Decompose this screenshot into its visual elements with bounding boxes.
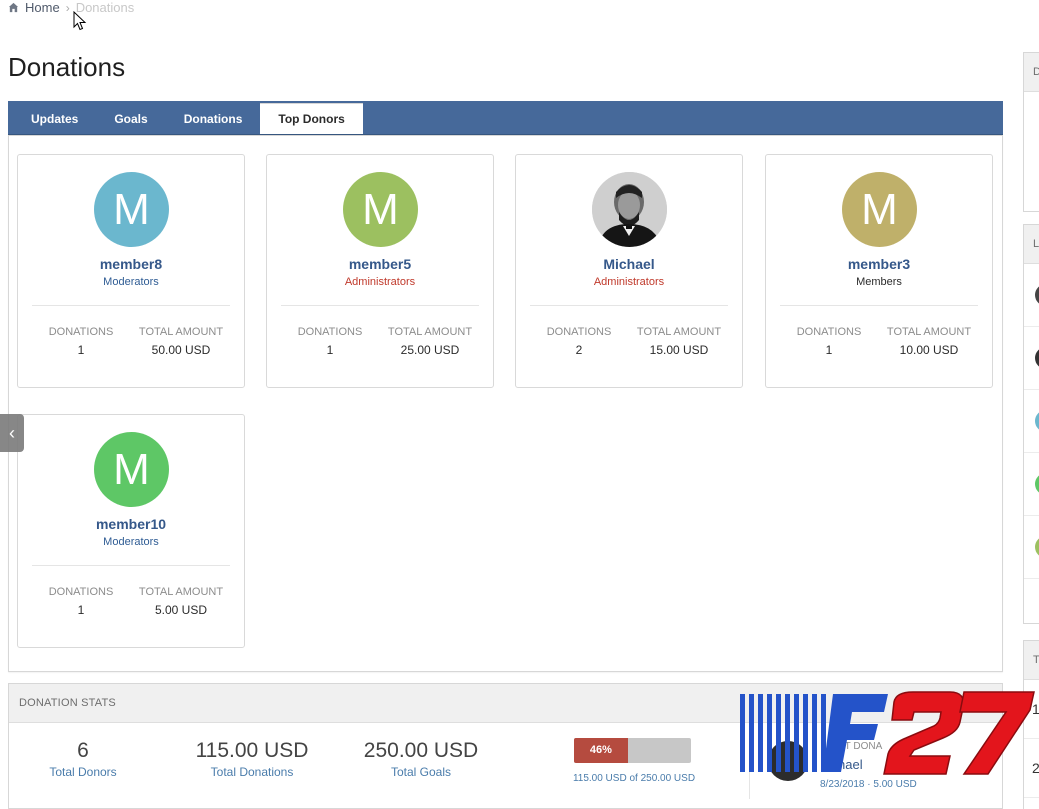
top-donors-panel: M member8 Moderators DONATIONS TOTAL AMO… <box>8 135 1003 672</box>
avatar <box>1035 410 1039 432</box>
card-divider <box>32 565 230 566</box>
avatar[interactable]: M <box>343 172 418 247</box>
tab-goals[interactable]: Goals <box>96 104 165 134</box>
total-amount-label: TOTAL AMOUNT <box>387 326 473 338</box>
list-item[interactable] <box>1024 516 1039 579</box>
goal-progress-bar: 46% <box>574 738 691 763</box>
page: Home › Donations Donations Updates Goals… <box>0 0 1039 809</box>
donor-card: M member3 Members DONATIONS TOTAL AMOUNT… <box>765 154 993 388</box>
avatar[interactable]: M <box>842 172 917 247</box>
total-donations-label: Total Donations <box>210 765 294 779</box>
avatar[interactable]: M <box>94 432 169 507</box>
donations-label: DONATIONS <box>48 586 114 598</box>
total-donors-label: Total Donors <box>49 765 117 779</box>
total-donations-value: 115.00 USD <box>195 739 309 762</box>
donor-group: Administrators <box>593 276 665 288</box>
list-item[interactable] <box>1024 327 1039 390</box>
donations-count: 1 <box>77 603 85 617</box>
avatar <box>1035 536 1039 558</box>
tab-bar: Updates Goals Donations Top Donors <box>8 101 1003 135</box>
tab-updates[interactable]: Updates <box>13 104 96 134</box>
donations-label: DONATIONS <box>546 326 612 338</box>
goal-progress-caption: 115.00 USD of 250.00 USD <box>572 773 696 784</box>
donations-count: 2 <box>575 343 583 357</box>
chevron-right-icon: › <box>65 0 70 15</box>
tab-top-donors[interactable]: Top Donors <box>260 103 363 134</box>
avatar[interactable]: M <box>94 172 169 247</box>
donations-label: DONATIONS <box>297 326 363 338</box>
donor-group: Administrators <box>344 276 416 288</box>
donor-group: Moderators <box>103 276 159 288</box>
donor-card: M member5 Administrators DONATIONS TOTAL… <box>266 154 494 388</box>
list-item[interactable] <box>1024 390 1039 453</box>
total-donations-stat: 115.00 USD Total Donations <box>177 739 327 779</box>
sidebar-widget-header: D <box>1024 53 1039 92</box>
breadcrumb: Home › Donations <box>8 0 134 15</box>
donor-name[interactable]: member8 <box>18 256 244 272</box>
card-divider <box>780 305 978 306</box>
donor-card: M member10 Moderators DONATIONS TOTAL AM… <box>17 414 245 648</box>
donor-name[interactable]: member3 <box>766 256 992 272</box>
total-amount-label: TOTAL AMOUNT <box>138 326 224 338</box>
tab-donations[interactable]: Donations <box>166 104 261 134</box>
donations-label: DONATIONS <box>796 326 862 338</box>
total-amount-value: 15.00 USD <box>649 343 709 357</box>
total-amount-label: TOTAL AMOUNT <box>138 586 224 598</box>
avatar-photo[interactable] <box>592 172 667 247</box>
card-divider <box>32 305 230 306</box>
donor-name[interactable]: member10 <box>18 516 244 532</box>
donor-name[interactable]: member5 <box>267 256 493 272</box>
donor-card: Michael Administrators DONATIONS TOTAL A… <box>515 154 743 388</box>
total-amount-label: TOTAL AMOUNT <box>636 326 722 338</box>
total-donors-value: 6 <box>77 739 89 762</box>
total-amount-label: TOTAL AMOUNT <box>886 326 972 338</box>
portrait-photo-icon <box>592 172 667 247</box>
watermark-logo <box>740 691 1035 775</box>
total-donors-stat: 6 Total Donors <box>23 739 143 779</box>
total-goals-stat: 250.00 USD Total Goals <box>346 739 496 779</box>
total-amount-value: 5.00 USD <box>154 603 208 617</box>
total-amount-value: 10.00 USD <box>899 343 959 357</box>
carousel-prev-button[interactable]: ‹ <box>0 414 24 452</box>
home-icon <box>8 2 19 13</box>
donor-name[interactable]: Michael <box>516 256 742 272</box>
goal-progress-fill: 46% <box>574 738 628 763</box>
donor-group: Moderators <box>103 536 159 548</box>
page-title: Donations <box>8 52 126 82</box>
breadcrumb-home-link[interactable]: Home <box>25 0 60 15</box>
list-item[interactable] <box>1024 453 1039 516</box>
donations-count: 1 <box>825 343 833 357</box>
donations-count: 1 <box>77 343 85 357</box>
avatar <box>1035 284 1039 306</box>
total-amount-value: 25.00 USD <box>400 343 460 357</box>
avatar <box>1035 347 1039 369</box>
donations-count: 1 <box>326 343 334 357</box>
total-goals-value: 250.00 USD <box>363 739 479 762</box>
card-divider <box>281 305 479 306</box>
total-goals-label: Total Goals <box>390 765 452 779</box>
chevron-left-icon: ‹ <box>9 423 15 443</box>
donations-label: DONATIONS <box>48 326 114 338</box>
sidebar-widget: L <box>1023 224 1039 624</box>
list-item[interactable] <box>1024 264 1039 327</box>
mouse-cursor-icon <box>73 11 87 31</box>
sidebar-widget-header: T <box>1024 641 1039 680</box>
total-amount-value: 50.00 USD <box>151 343 211 357</box>
sidebar-widget: D <box>1023 52 1039 212</box>
avatar <box>1035 473 1039 495</box>
card-divider <box>530 305 728 306</box>
donor-group: Members <box>856 276 902 288</box>
sidebar-widget-header: L <box>1024 225 1039 264</box>
donor-card: M member8 Moderators DONATIONS TOTAL AMO… <box>17 154 245 388</box>
